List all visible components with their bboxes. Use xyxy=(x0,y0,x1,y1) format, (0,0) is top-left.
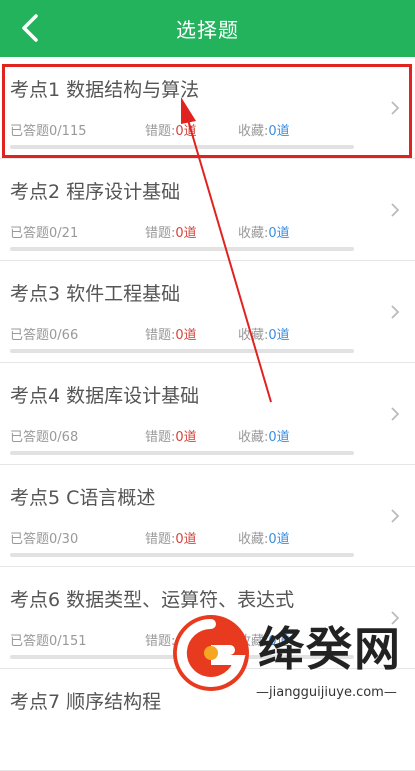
topic-item[interactable]: 考点4 数据库设计基础 已答题0/68 错题:0道 收藏:0道 xyxy=(0,363,415,465)
app-header: 选择题 xyxy=(0,0,415,57)
topic-title: 考点7 顺序结构程 xyxy=(10,691,162,713)
topic-item[interactable]: 考点5 C语言概述 已答题0/30 错题:0道 收藏:0道 xyxy=(0,465,415,567)
progress-bar xyxy=(10,145,354,149)
topic-item[interactable]: 考点1 数据结构与算法 已答题0/115 错题:0道 收藏:0道 xyxy=(0,57,415,159)
answered-count: 已答题0/21 xyxy=(10,226,79,241)
progress-bar xyxy=(10,247,354,251)
answered-count: 已答题0/151 xyxy=(10,634,87,649)
watermark-brand: 绛癸网 xyxy=(258,622,402,676)
favorite-count: 收藏:0道 xyxy=(238,226,290,241)
chevron-right-icon xyxy=(391,203,400,217)
watermark: 绛癸网 —jiangguijiuye.com— xyxy=(168,605,415,720)
wrong-count: 错题:0道 xyxy=(145,328,197,343)
topic-title: 考点3 软件工程基础 xyxy=(10,283,181,305)
favorite-count: 收藏:0道 xyxy=(238,532,290,547)
wrong-count: 错题:0道 xyxy=(145,124,197,139)
topic-title: 考点1 数据结构与算法 xyxy=(10,79,200,101)
topic-item[interactable]: 考点2 程序设计基础 已答题0/21 错题:0道 收藏:0道 xyxy=(0,159,415,261)
answered-count: 已答题0/66 xyxy=(10,328,79,343)
logo-icon xyxy=(173,615,249,691)
answered-count: 已答题0/68 xyxy=(10,430,79,445)
answered-count: 已答题0/30 xyxy=(10,532,79,547)
progress-bar xyxy=(10,349,354,353)
wrong-count: 错题:0道 xyxy=(145,532,197,547)
chevron-right-icon xyxy=(391,101,400,115)
answered-count: 已答题0/115 xyxy=(10,124,87,139)
topic-title: 考点2 程序设计基础 xyxy=(10,181,181,203)
chevron-right-icon xyxy=(391,509,400,523)
watermark-site: —jiangguijiuye.com— xyxy=(256,685,397,700)
progress-bar xyxy=(10,553,354,557)
page-title: 选择题 xyxy=(176,18,239,42)
favorite-count: 收藏:0道 xyxy=(238,430,290,445)
wrong-count: 错题:0道 xyxy=(145,430,197,445)
favorite-count: 收藏:0道 xyxy=(238,328,290,343)
favorite-count: 收藏:0道 xyxy=(238,124,290,139)
topic-title: 考点4 数据库设计基础 xyxy=(10,385,200,407)
topic-title: 考点5 C语言概述 xyxy=(10,487,156,509)
chevron-right-icon xyxy=(391,305,400,319)
topic-item[interactable]: 考点3 软件工程基础 已答题0/66 错题:0道 收藏:0道 xyxy=(0,261,415,363)
wrong-count: 错题:0道 xyxy=(145,226,197,241)
progress-bar xyxy=(10,451,354,455)
chevron-right-icon xyxy=(391,407,400,421)
